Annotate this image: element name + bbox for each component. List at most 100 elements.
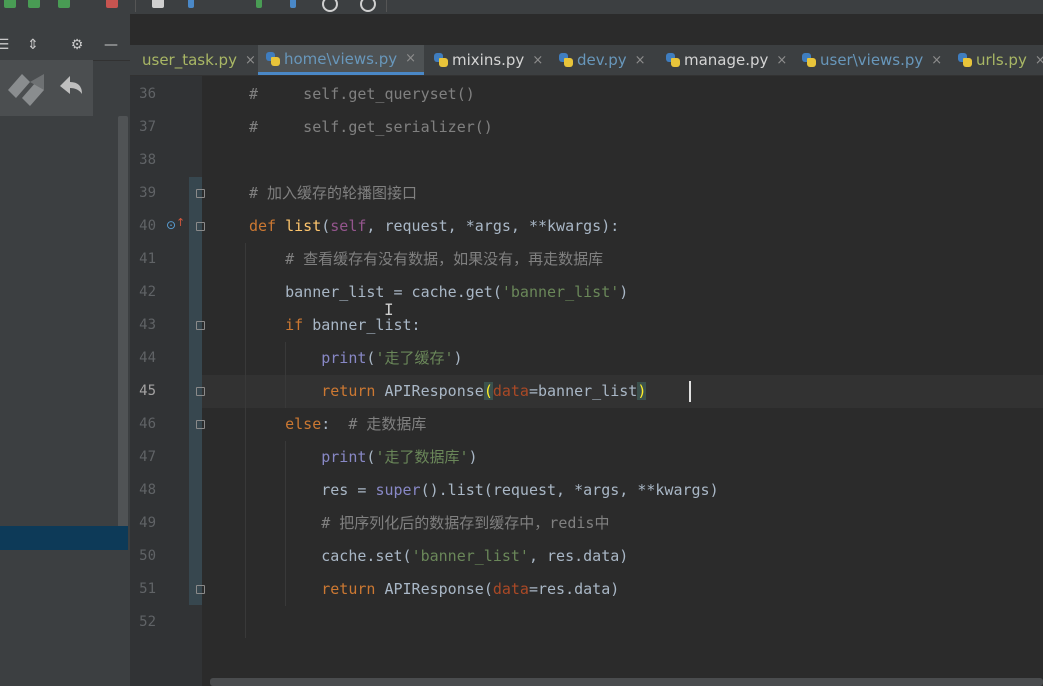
tab-manage[interactable]: manage.py × <box>666 45 787 75</box>
code-line[interactable]: return APIResponse(data=banner_list) <box>249 375 647 408</box>
line-number[interactable]: 39 <box>130 177 156 210</box>
editor-horizontal-scrollbar[interactable] <box>210 678 1043 686</box>
line-number[interactable]: 38 <box>130 144 156 177</box>
close-icon[interactable]: × <box>635 53 646 68</box>
python-file-icon <box>958 53 972 67</box>
tab-label: urls.py <box>976 51 1027 69</box>
fold-icon[interactable] <box>196 420 205 429</box>
close-icon[interactable]: × <box>405 51 416 66</box>
line-number[interactable]: 47 <box>130 441 156 474</box>
fold-icon[interactable] <box>196 321 205 330</box>
tab-home-views[interactable]: home\views.py × <box>258 45 424 75</box>
code-token: banner_list: <box>312 316 421 334</box>
vcs-update-icon[interactable] <box>152 0 164 8</box>
close-icon[interactable]: × <box>1035 53 1043 68</box>
line-number[interactable]: 43 <box>130 309 156 342</box>
line-number[interactable]: 41 <box>130 243 156 276</box>
code-token: 'banner_list' <box>501 283 620 301</box>
code-token: return <box>249 580 385 598</box>
code-token: # 加入缓存的轮播图接口 <box>249 184 418 202</box>
code-line[interactable]: # 加入缓存的轮播图接口 <box>249 177 417 210</box>
code-line[interactable]: else: # 走数据库 <box>249 408 426 441</box>
history-clock-icon[interactable] <box>322 0 338 12</box>
line-number[interactable]: 49 <box>130 507 156 540</box>
override-arrow-icon: ↑ <box>176 216 186 229</box>
vcs-push-icon[interactable] <box>256 0 262 8</box>
code-token: # self.get_serializer() <box>249 118 493 136</box>
python-file-icon <box>434 53 448 67</box>
code-token: ) <box>637 382 647 400</box>
fold-icon[interactable] <box>196 189 205 198</box>
code-line[interactable]: if banner_list: <box>249 309 421 342</box>
override-method-icon[interactable]: ⊙ <box>166 218 176 232</box>
code-token: , res.data) <box>528 547 629 565</box>
vcs-commit-icon[interactable] <box>188 0 194 8</box>
collapse-icon[interactable]: ⇕ <box>24 36 42 54</box>
code-token: =res.data) <box>528 580 620 598</box>
line-number[interactable]: 48 <box>130 474 156 507</box>
code-token: res = <box>249 481 376 499</box>
code-line[interactable]: def list(self, request, *args, **kwargs)… <box>249 210 619 243</box>
line-number[interactable]: 52 <box>130 606 156 639</box>
code-line[interactable]: res = super().list(request, *args, **kwa… <box>249 474 718 507</box>
line-number[interactable]: 44 <box>130 342 156 375</box>
line-number[interactable]: 50 <box>130 540 156 573</box>
code-line[interactable]: return APIResponse(data=res.data) <box>249 573 619 606</box>
code-token: super <box>375 481 421 499</box>
line-number[interactable]: 46 <box>130 408 156 441</box>
line-number[interactable]: 51 <box>130 573 156 606</box>
list-icon[interactable]: ☰ <box>0 36 12 54</box>
code-line[interactable]: banner_list = cache.get('banner_list') <box>249 276 628 309</box>
tab-dev[interactable]: dev.py × <box>559 45 646 75</box>
tab-label: home\views.py <box>284 49 398 68</box>
close-icon[interactable]: × <box>245 53 256 68</box>
stop-icon[interactable] <box>106 0 118 8</box>
line-number[interactable]: 45 <box>130 375 156 408</box>
code-line[interactable]: print('走了数据库') <box>249 441 477 474</box>
gear-icon[interactable]: ⚙ <box>68 36 86 54</box>
project-panel-scrollbar[interactable] <box>118 116 128 546</box>
minimize-icon[interactable]: — <box>102 36 120 54</box>
tab-label: dev.py <box>577 51 627 69</box>
tab-mixins[interactable]: mixins.py × <box>434 45 543 75</box>
code-token: : <box>321 415 349 433</box>
code-token: self <box>330 217 367 235</box>
tab-user-views[interactable]: user\views.py × <box>802 45 942 75</box>
close-icon[interactable]: × <box>776 53 787 68</box>
line-number[interactable]: 36 <box>130 78 156 111</box>
fold-icon[interactable] <box>196 387 205 396</box>
text-caret <box>689 381 691 402</box>
line-number[interactable]: 42 <box>130 276 156 309</box>
run-icon[interactable] <box>4 0 16 8</box>
line-number[interactable]: 37 <box>130 111 156 144</box>
code-line[interactable]: # self.get_serializer() <box>249 111 493 144</box>
code-token: data <box>492 382 529 400</box>
fold-icon[interactable] <box>196 222 205 231</box>
tab-label: user\views.py <box>820 51 924 69</box>
line-number[interactable]: 40 <box>130 210 156 243</box>
code-token: 'banner_list' <box>411 547 529 565</box>
tab-urls[interactable]: urls.py × <box>958 45 1043 75</box>
code-line[interactable]: print('走了缓存') <box>249 342 462 375</box>
indent-guide <box>285 342 286 408</box>
code-line[interactable]: cache.set('banner_list', res.data) <box>249 540 628 573</box>
coverage-icon[interactable] <box>58 0 70 8</box>
debug-icon[interactable] <box>28 0 40 8</box>
code-token: print <box>249 448 367 466</box>
fold-icon[interactable] <box>196 585 205 594</box>
indent-guide <box>285 441 286 606</box>
code-line[interactable]: # 把序列化后的数据存到缓存中，redis中 <box>249 507 609 540</box>
code-line[interactable]: # 查看缓存有没有数据，如果没有，再走数据库 <box>249 243 603 276</box>
rollback-icon[interactable] <box>360 0 376 12</box>
code-token: # 查看缓存有没有数据，如果没有，再走数据库 <box>249 250 604 268</box>
code-token: print <box>249 349 367 367</box>
project-tree-selected-row[interactable] <box>0 526 128 550</box>
tab-label: user_task.py <box>142 51 237 69</box>
code-token: return <box>249 382 385 400</box>
close-icon[interactable]: × <box>931 53 942 68</box>
code-token: APIResponse <box>384 580 484 598</box>
code-line[interactable]: # self.get_queryset() <box>249 78 475 111</box>
vcs-history-icon[interactable] <box>290 0 296 8</box>
tab-user-task[interactable]: user_task.py × <box>130 45 256 75</box>
close-icon[interactable]: × <box>532 53 543 68</box>
